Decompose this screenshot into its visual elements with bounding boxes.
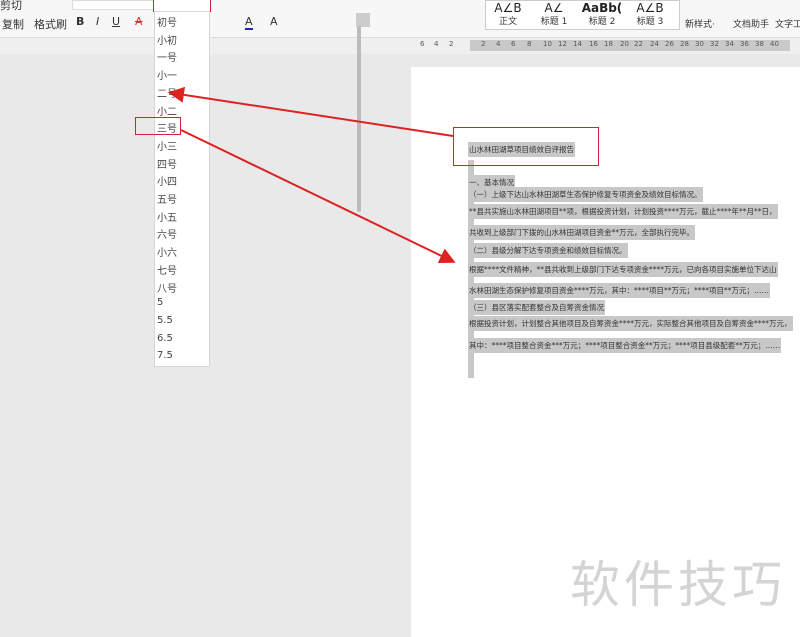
annotation-arrows (168, 86, 456, 263)
arrow-title-to-option (168, 86, 454, 137)
arrow-option-to-body (180, 129, 456, 263)
